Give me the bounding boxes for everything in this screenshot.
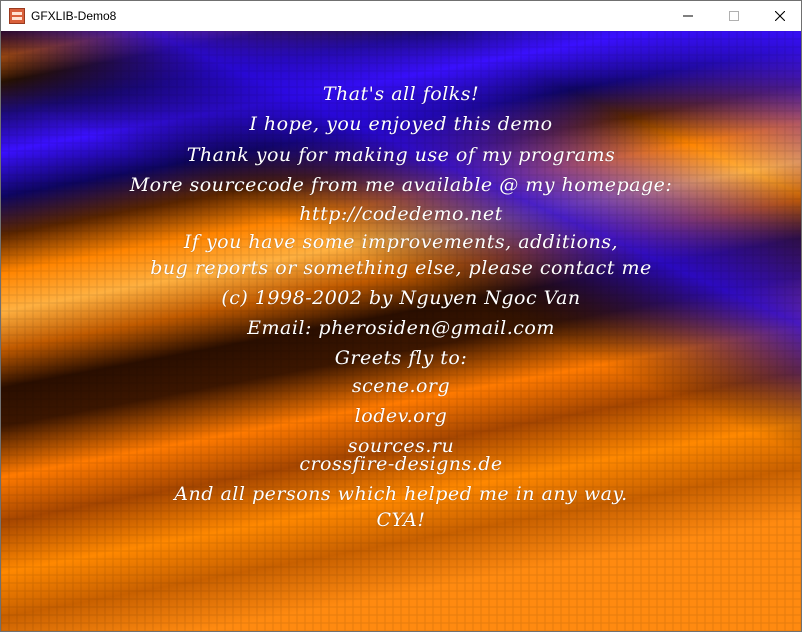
credit-line: If you have some improvements, additions… bbox=[183, 231, 619, 253]
credit-line: Email: pherosiden@gmail.com bbox=[247, 317, 555, 339]
credit-line: lodev.org bbox=[354, 405, 448, 427]
minimize-button[interactable] bbox=[665, 1, 711, 31]
credit-line: (c) 1998-2002 by Nguyen Ngoc Van bbox=[221, 287, 581, 309]
gfxlib-app-icon[interactable] bbox=[9, 8, 25, 24]
maximize-button[interactable] bbox=[711, 1, 757, 31]
credit-line: That's all folks! bbox=[322, 83, 480, 105]
credit-line: And all persons which helped me in any w… bbox=[174, 483, 628, 505]
credit-line: CYA! bbox=[376, 509, 426, 531]
credit-line: scene.org bbox=[351, 375, 451, 397]
close-button[interactable] bbox=[757, 1, 802, 31]
credit-line: http://codedemo.net bbox=[299, 203, 503, 225]
credit-line: More sourcecode from me available @ my h… bbox=[129, 174, 673, 196]
app-window: GFXLIB-Demo8 That's all folks! I hope, y… bbox=[0, 0, 802, 632]
title-bar[interactable]: GFXLIB-Demo8 bbox=[1, 1, 801, 31]
demo-canvas[interactable]: That's all folks! I hope, you enjoyed th… bbox=[1, 31, 801, 631]
window-title: GFXLIB-Demo8 bbox=[31, 9, 117, 23]
credit-line: Thank you for making use of my programs bbox=[186, 144, 616, 166]
credit-line: bug reports or something else, please co… bbox=[150, 257, 652, 279]
credit-line: Greets fly to: bbox=[334, 347, 468, 369]
credit-line: I hope, you enjoyed this demo bbox=[249, 113, 553, 135]
maximize-icon bbox=[729, 11, 739, 21]
close-icon bbox=[775, 11, 785, 21]
credit-line: crossfire-designs.de bbox=[299, 453, 503, 475]
minimize-icon bbox=[683, 15, 693, 17]
